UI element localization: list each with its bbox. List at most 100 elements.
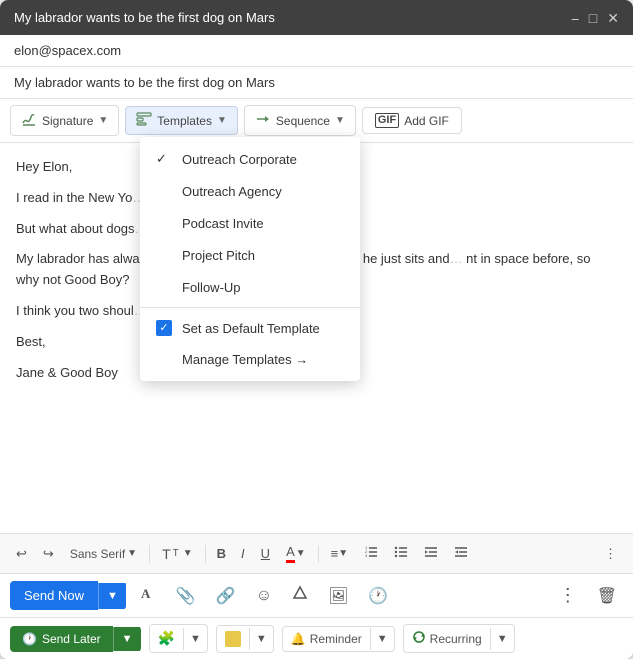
photo-icon: 🖼 bbox=[328, 586, 348, 606]
manage-templates-item[interactable]: Manage Templates → bbox=[140, 344, 360, 375]
reminder-button[interactable]: 🔔 Reminder bbox=[283, 627, 370, 651]
formatting-icon: A bbox=[140, 585, 156, 606]
font-size-icon: T bbox=[162, 546, 171, 562]
drive-button[interactable] bbox=[286, 580, 314, 611]
set-default-checkbox[interactable] bbox=[156, 320, 172, 336]
bold-button[interactable]: B bbox=[212, 543, 231, 564]
unordered-list-icon bbox=[394, 545, 408, 562]
photo-button[interactable]: 🖼 bbox=[322, 581, 354, 611]
template-project-pitch-label: Project Pitch bbox=[182, 248, 255, 263]
template-project-pitch[interactable]: ✓ Project Pitch bbox=[140, 239, 360, 271]
formatting-button[interactable]: A bbox=[134, 580, 162, 611]
divider-2 bbox=[205, 545, 206, 563]
signature-label: Signature bbox=[42, 114, 93, 128]
templates-caret-icon: ▼ bbox=[217, 115, 227, 126]
unordered-list-button[interactable] bbox=[388, 541, 414, 566]
outdent-icon bbox=[454, 545, 468, 562]
reminder-bell-icon: 🔔 bbox=[291, 632, 306, 646]
recurring-button[interactable]: Recurring bbox=[404, 625, 490, 652]
more-actions-button[interactable]: ⋮ bbox=[553, 581, 583, 610]
font-size-caret-icon: ▼ bbox=[183, 548, 193, 559]
template-podcast-invite[interactable]: ✓ Podcast Invite bbox=[140, 207, 360, 239]
template-outreach-agency[interactable]: ✓ Outreach Agency bbox=[140, 175, 360, 207]
window-controls: ⎯ □ ✕ bbox=[572, 11, 619, 25]
maximize-button[interactable]: □ bbox=[589, 11, 597, 25]
attachment-button[interactable]: 📎 bbox=[170, 581, 202, 611]
delete-button[interactable]: 🗑 bbox=[591, 582, 623, 610]
set-default-template-item[interactable]: Set as Default Template bbox=[140, 312, 360, 344]
send-later-label: Send Later bbox=[42, 632, 101, 646]
align-caret-icon: ▼ bbox=[338, 548, 348, 559]
redo-button[interactable]: ↪ bbox=[37, 542, 60, 566]
outdent-button[interactable] bbox=[448, 541, 474, 566]
add-gif-label: Add GIF bbox=[404, 114, 449, 128]
clock-button[interactable]: 🕐 bbox=[362, 581, 394, 611]
bottom-bar: 🕐 Send Later ▼ 🧩 ▼ ▼ 🔔 bbox=[0, 617, 633, 659]
signature-icon bbox=[21, 111, 37, 130]
undo-button[interactable]: ↩ bbox=[10, 542, 33, 566]
template-follow-up[interactable]: ✓ Follow-Up bbox=[140, 271, 360, 303]
font-size-button[interactable]: T T ▼ bbox=[156, 542, 199, 566]
recurring-group: Recurring ▼ bbox=[403, 624, 515, 653]
puzzle-caret-button[interactable]: ▼ bbox=[183, 628, 207, 650]
title-bar: My labrador wants to be the first dog on… bbox=[0, 0, 633, 35]
text-color-caret-icon: ▼ bbox=[296, 548, 306, 559]
window-title: My labrador wants to be the first dog on… bbox=[14, 10, 275, 25]
sequence-button[interactable]: Sequence ▼ bbox=[244, 105, 356, 136]
template-outreach-corporate[interactable]: ✓ Outreach Corporate bbox=[140, 143, 360, 175]
reminder-group: 🔔 Reminder ▼ bbox=[282, 626, 395, 652]
sequence-icon bbox=[255, 111, 271, 130]
templates-label: Templates bbox=[157, 114, 212, 128]
divider-1 bbox=[149, 545, 150, 563]
templates-dropdown: ✓ Outreach Corporate ✓ Outreach Agency ✓… bbox=[140, 137, 360, 381]
ordered-list-button[interactable]: 123 bbox=[358, 541, 384, 566]
gif-icon: GIF bbox=[375, 113, 399, 128]
ordered-list-icon: 123 bbox=[364, 545, 378, 562]
link-button[interactable]: 🔗 bbox=[210, 581, 242, 611]
attachment-icon: 📎 bbox=[176, 586, 196, 606]
close-button[interactable]: ✕ bbox=[607, 11, 619, 25]
text-color-label: A bbox=[286, 544, 295, 563]
font-family-label: Sans Serif bbox=[70, 547, 125, 561]
manage-templates-label: Manage Templates → bbox=[182, 352, 308, 367]
more-format-button[interactable]: ⋮ bbox=[598, 542, 623, 566]
send-later-button[interactable]: 🕐 Send Later bbox=[10, 626, 113, 652]
templates-icon bbox=[136, 112, 152, 129]
align-button[interactable]: ≡ ▼ bbox=[325, 542, 355, 565]
dropdown-divider bbox=[140, 307, 360, 308]
templates-button[interactable]: Templates ▼ bbox=[125, 106, 238, 135]
reminder-label: Reminder bbox=[310, 632, 362, 646]
italic-button[interactable]: I bbox=[235, 542, 251, 565]
send-now-caret-button[interactable]: ▼ bbox=[98, 583, 126, 609]
template-outreach-agency-label: Outreach Agency bbox=[182, 184, 282, 199]
font-caret-icon: ▼ bbox=[127, 548, 137, 559]
send-later-group: 🕐 Send Later ▼ bbox=[10, 626, 141, 652]
compose-area: elon@spacex.com My labrador wants to be … bbox=[0, 35, 633, 659]
signature-button[interactable]: Signature ▼ bbox=[10, 105, 119, 136]
send-later-caret-button[interactable]: ▼ bbox=[113, 627, 141, 651]
compose-window: My labrador wants to be the first dog on… bbox=[0, 0, 633, 659]
color-swatch-button[interactable] bbox=[217, 626, 249, 652]
compose-toolbar: Signature ▼ Templates ▼ bbox=[0, 99, 633, 143]
recurring-caret-button[interactable]: ▼ bbox=[490, 628, 514, 650]
puzzle-button[interactable]: 🧩 bbox=[150, 625, 183, 652]
text-color-button[interactable]: A ▼ bbox=[280, 540, 312, 567]
font-family-button[interactable]: Sans Serif ▼ bbox=[64, 543, 143, 565]
svg-text:3: 3 bbox=[365, 553, 368, 558]
template-outreach-corporate-label: Outreach Corporate bbox=[182, 152, 297, 167]
emoji-button[interactable]: ☺ bbox=[250, 582, 278, 610]
recurring-label: Recurring bbox=[430, 632, 482, 646]
add-gif-button[interactable]: GIF Add GIF bbox=[362, 107, 462, 134]
set-default-label: Set as Default Template bbox=[182, 321, 320, 336]
send-now-button[interactable]: Send Now bbox=[10, 581, 98, 610]
color-caret-button[interactable]: ▼ bbox=[249, 628, 273, 650]
color-swatch-icon bbox=[225, 631, 241, 647]
indent-button[interactable] bbox=[418, 541, 444, 566]
reminder-caret-button[interactable]: ▼ bbox=[370, 628, 394, 650]
underline-button[interactable]: U bbox=[255, 542, 276, 565]
svg-text:A: A bbox=[141, 586, 151, 601]
format-toolbar: ↩ ↪ Sans Serif ▼ T T ▼ B I U A bbox=[0, 533, 633, 573]
minimize-button[interactable]: ⎯ bbox=[572, 11, 579, 25]
to-field: elon@spacex.com bbox=[0, 35, 633, 67]
subject-field: My labrador wants to be the first dog on… bbox=[0, 67, 633, 99]
